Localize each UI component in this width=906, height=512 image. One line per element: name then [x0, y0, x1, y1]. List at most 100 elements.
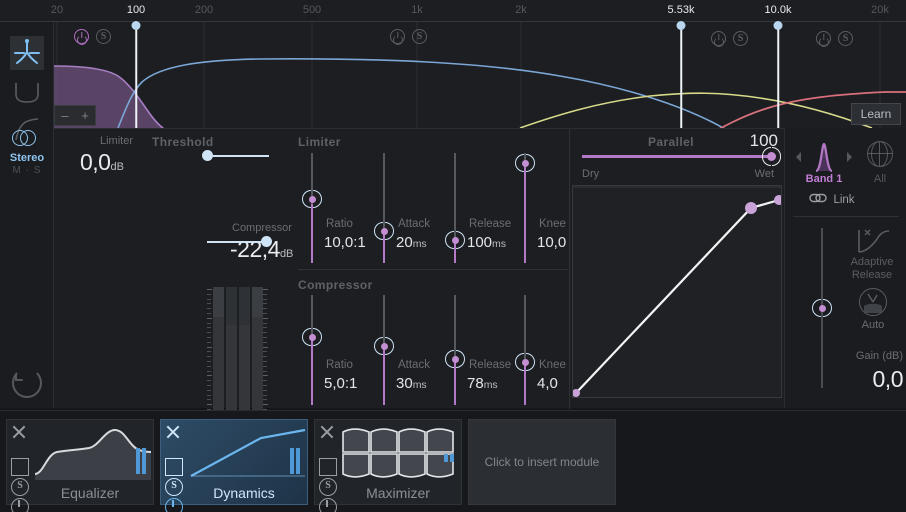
band-3-solo-icon[interactable]: S [733, 31, 748, 46]
band-1-power-icon[interactable] [74, 29, 89, 44]
all-bands-label: All [873, 173, 887, 185]
band-3-power-icon[interactable] [711, 31, 726, 46]
link-control[interactable]: Link [807, 190, 887, 208]
compressor-attack-value-group[interactable]: 30ms [396, 375, 427, 392]
compressor-knee-slider[interactable] [515, 295, 535, 405]
limiter-threshold-knob[interactable] [202, 150, 213, 161]
crossover-shape-icon[interactable] [10, 36, 44, 70]
compressor-knee-value-group[interactable]: 4,0 [537, 375, 558, 392]
power-icon[interactable] [319, 498, 337, 512]
compressor-attack-unit: ms [412, 379, 427, 391]
band-4-controls[interactable]: S [816, 31, 853, 46]
solo-icon[interactable]: S [319, 478, 337, 496]
band-selector[interactable] [791, 138, 857, 174]
compressor-knee-label: Knee [539, 359, 566, 371]
list-icon[interactable] [11, 458, 29, 476]
transfer-curve-graph[interactable] [572, 185, 784, 398]
list-icon[interactable] [165, 458, 183, 476]
limiter-knee-value: 10,0 [537, 234, 567, 251]
crossover-handle-1[interactable] [131, 21, 141, 30]
close-icon[interactable] [319, 424, 337, 442]
limiter-attack-slider[interactable] [374, 153, 394, 263]
chevron-left-icon [796, 152, 801, 162]
chevron-right-icon [847, 152, 852, 162]
close-icon[interactable] [165, 424, 183, 442]
solo-icon[interactable]: S [11, 478, 29, 496]
auto-gain-icon[interactable] [859, 288, 887, 316]
adaptive-release-label-line2: Release [851, 269, 893, 281]
compressor-threshold-value: -22,4 [230, 236, 280, 262]
parallel-slider-knob[interactable] [762, 147, 781, 166]
right-rail: Band 1 All Link Adaptive Release Auto Ga… [784, 128, 906, 408]
gain-value-group[interactable]: 0,0 [831, 366, 904, 393]
compressor-ratio-slider[interactable] [302, 295, 322, 405]
limiter-ratio-slider[interactable] [302, 153, 322, 263]
compressor-attack-slider[interactable] [374, 295, 394, 405]
band-3-controls[interactable]: S [711, 31, 748, 46]
module-dynamics-thumbnail [187, 424, 306, 482]
power-icon[interactable] [11, 498, 29, 512]
freq-tick-553k: 5.53k [667, 4, 695, 16]
limiter-section-title: Limiter [298, 135, 341, 149]
compressor-threshold-knob[interactable] [261, 236, 272, 247]
module-dynamics-label: Dynamics [213, 485, 275, 501]
close-icon[interactable] [11, 424, 29, 442]
remove-band-button[interactable]: – [55, 106, 75, 125]
band-4-solo-icon[interactable]: S [838, 31, 853, 46]
stereo-label: Stereo [9, 152, 45, 164]
crossover-line-2 [680, 26, 682, 128]
list-icon[interactable] [319, 458, 337, 476]
parallel-control[interactable]: Parallel 100 Dry Wet [572, 130, 784, 180]
limiter-knee-slider[interactable] [515, 153, 535, 263]
adaptive-release-icon[interactable] [853, 226, 893, 256]
bandpass-shape-icon[interactable] [10, 74, 44, 108]
stereo-icon [12, 130, 42, 146]
solo-icon[interactable]: S [165, 478, 183, 496]
module-maximizer-meters [444, 454, 456, 464]
reset-icon[interactable] [12, 368, 42, 398]
band-2-controls[interactable]: S [390, 29, 427, 44]
power-icon[interactable] [165, 498, 183, 512]
compressor-ratio-value-group[interactable]: 5,0:1 [324, 375, 357, 392]
band-count-stepper[interactable]: – + [54, 105, 96, 126]
limiter-release-label: Release [469, 218, 512, 230]
limiter-release-value: 100 [467, 234, 493, 251]
freq-tick-500: 500 [302, 4, 322, 16]
band-2-solo-icon[interactable]: S [412, 29, 427, 44]
band-1-solo-icon[interactable]: S [96, 29, 111, 44]
add-band-button[interactable]: + [75, 106, 95, 125]
threshold-section-title: Threshold [152, 135, 214, 149]
learn-button[interactable]: Learn [851, 103, 901, 125]
limiter-knee-value-group[interactable]: 10,0 [537, 234, 566, 251]
mid-side-label[interactable]: M · S [0, 165, 54, 176]
band-2-power-icon[interactable] [390, 29, 405, 44]
module-dynamics[interactable]: S Dynamics [160, 419, 308, 512]
band-1-controls[interactable]: S [74, 29, 111, 44]
compressor-ratio-label: Ratio [326, 359, 353, 371]
insert-module-slot[interactable]: Click to insert module [468, 419, 616, 505]
crossover-handle-3[interactable] [773, 21, 783, 30]
compressor-threshold-line [207, 241, 266, 243]
all-bands-globe-icon[interactable] [866, 140, 893, 167]
limiter-threshold-value-group[interactable]: 0,0dB [80, 149, 124, 176]
band-4-power-icon[interactable] [816, 31, 831, 46]
stereo-mode-selector[interactable]: Stereo M · S [0, 130, 54, 176]
gain-slider[interactable] [812, 228, 832, 388]
limiter-attack-value-group[interactable]: 20ms [396, 234, 427, 251]
limiter-threshold-value: 0,0 [80, 149, 111, 175]
freq-tick-20k: 20k [871, 4, 889, 16]
frequency-ruler[interactable]: 20 100 200 500 1k 2k 5.53k 10.0k 20k [0, 0, 906, 22]
module-equalizer[interactable]: S Equalizer [6, 419, 154, 512]
limiter-release-slider[interactable] [445, 153, 465, 263]
freq-tick-20: 20 [50, 4, 64, 16]
limiter-release-value-group[interactable]: 100ms [467, 234, 506, 251]
compressor-release-slider[interactable] [445, 295, 465, 405]
module-maximizer-label: Maximizer [366, 485, 430, 501]
compressor-release-value-group[interactable]: 78ms [467, 375, 498, 392]
module-dynamics-rail: S [165, 424, 185, 512]
limiter-ratio-value-group[interactable]: 10,0:1 [324, 234, 366, 251]
limiter-release-unit: ms [492, 238, 507, 250]
module-maximizer[interactable]: S Maximizer [314, 419, 462, 512]
compressor-threshold-unit: dB [279, 248, 294, 260]
crossover-handle-2[interactable] [676, 21, 686, 30]
